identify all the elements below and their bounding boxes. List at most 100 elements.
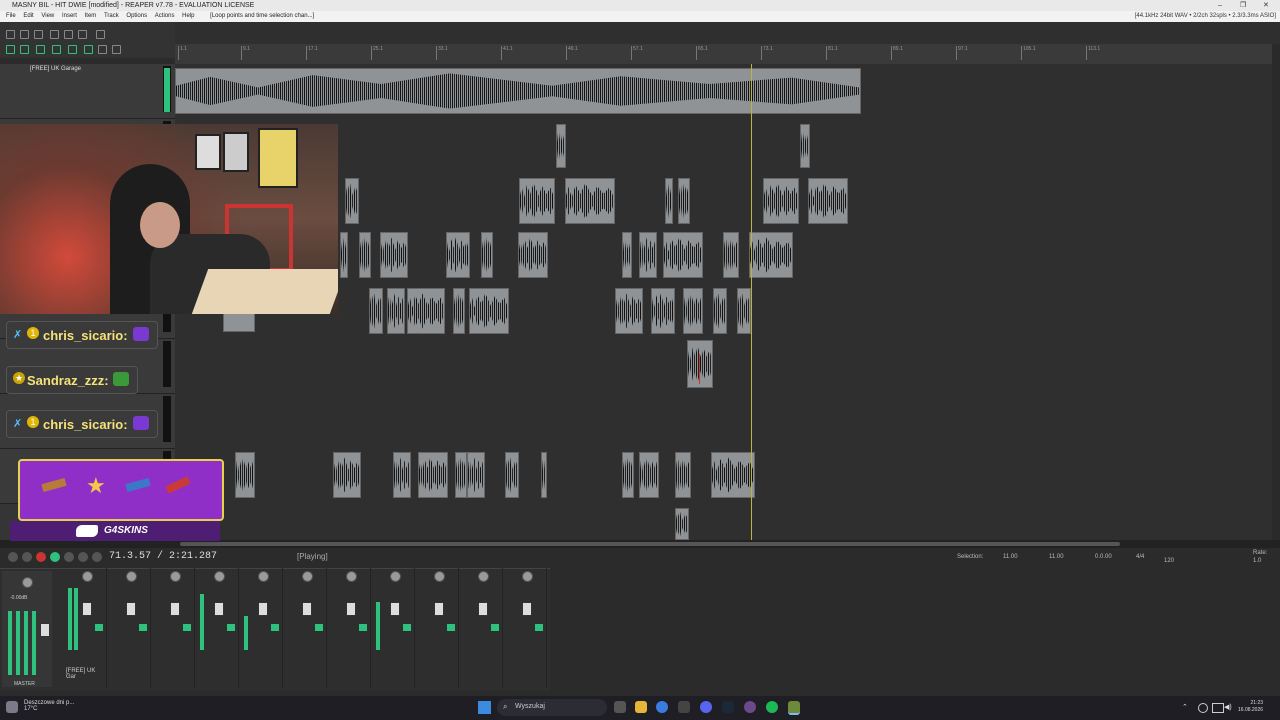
volume-fader[interactable] [478,602,488,616]
menu-edit[interactable]: Edit [23,13,33,19]
mixer-channel[interactable] [326,568,371,688]
media-item[interactable] [223,312,255,332]
taskbar-clock[interactable]: 21:23 16.08.2026 [1238,700,1263,714]
record-icon[interactable] [36,552,46,562]
mixer-channel[interactable] [370,568,415,688]
media-item[interactable] [453,288,465,334]
grid-icon[interactable] [20,45,29,54]
menu-item[interactable]: Item [85,13,97,19]
fx-button[interactable] [447,624,455,631]
media-item[interactable] [565,178,615,224]
vertical-scrollbar[interactable] [1272,44,1280,540]
discord-icon[interactable] [700,701,712,713]
fx-button[interactable] [359,624,367,631]
selection-length[interactable]: 0.0.00 [1095,554,1112,560]
media-item[interactable] [665,178,673,224]
media-item[interactable] [541,452,547,498]
steam-icon[interactable] [722,701,734,713]
bpm[interactable]: 120 [1164,558,1174,564]
media-item[interactable] [713,288,727,334]
media-item[interactable] [711,452,755,498]
volume-fader[interactable] [214,602,224,616]
volume-fader[interactable] [126,602,136,616]
mixer-channel[interactable] [502,568,547,688]
track-header[interactable]: [FREE] UK Garage [0,64,175,119]
fx-button[interactable] [227,624,235,631]
mixer-channel[interactable] [458,568,503,688]
app-icon[interactable] [744,701,756,713]
media-item[interactable] [622,232,632,278]
media-item[interactable] [393,452,411,498]
media-item[interactable] [505,452,519,498]
menu-help[interactable]: Help [182,13,194,19]
media-item[interactable] [519,178,555,224]
pan-knob[interactable] [434,571,445,582]
ripple-icon[interactable] [36,45,45,54]
media-item[interactable] [175,68,861,114]
maximize-button[interactable]: ❐ [1240,0,1246,11]
media-item[interactable] [469,288,509,334]
start-icon[interactable] [478,701,491,714]
mixer-channel[interactable] [106,568,151,688]
media-item[interactable] [518,232,548,278]
media-item[interactable] [663,232,703,278]
media-item[interactable] [651,288,675,334]
pan-knob[interactable] [258,571,269,582]
rate-value[interactable]: 1.0 [1253,558,1261,564]
volume-fader[interactable] [434,602,444,616]
media-item[interactable] [340,232,348,278]
media-item[interactable] [467,452,485,498]
media-item[interactable] [683,288,703,334]
volume-fader[interactable] [82,602,92,616]
arrange-view[interactable] [175,64,1272,540]
microphone-icon[interactable] [1198,703,1208,713]
fx-button[interactable] [535,624,543,631]
fx-button[interactable] [271,624,279,631]
fx-button[interactable] [95,624,103,631]
reaper-icon[interactable] [788,701,800,715]
fx-button[interactable] [183,624,191,631]
media-item[interactable] [675,452,691,498]
settings-icon[interactable] [50,30,59,39]
spotify-icon[interactable] [766,701,778,713]
volume-fader[interactable] [258,602,268,616]
media-item[interactable] [749,232,793,278]
undo-icon[interactable] [64,30,73,39]
mixer-channel[interactable] [238,568,283,688]
timeline-ruler[interactable]: 1.1 9.1 17.1 25.1 33.1 41.1 49.1 57.1 65… [175,44,1272,65]
media-item[interactable] [675,508,689,540]
new-project-icon[interactable] [6,30,15,39]
pan-knob[interactable] [478,571,489,582]
mixer-channel[interactable] [150,568,195,688]
mixer-channel[interactable]: [FREE] UK Gar [62,568,107,688]
pan-knob[interactable] [522,571,533,582]
volume-fader[interactable] [522,602,532,616]
pan-knob[interactable] [82,571,93,582]
pan-knob[interactable] [346,571,357,582]
play-icon[interactable] [50,552,60,562]
go-to-start-icon[interactable] [8,552,18,562]
media-item[interactable] [359,232,371,278]
media-item[interactable] [556,124,566,168]
media-item[interactable] [687,340,713,388]
media-item[interactable] [800,124,810,168]
stop-icon[interactable] [78,552,88,562]
media-item[interactable] [333,452,361,498]
pan-knob[interactable] [214,571,225,582]
selection-start[interactable]: 11.00 [1003,554,1018,560]
media-item[interactable] [763,178,799,224]
lock-icon[interactable] [98,45,107,54]
media-item[interactable] [369,288,383,334]
weather-widget[interactable]: Deszczowe dni p... 17°C [24,700,74,712]
scrollbar-thumb[interactable] [180,542,1120,546]
taskbar-search[interactable]: ⌕ Wyszukaj [497,699,607,716]
repeat-icon[interactable] [64,552,74,562]
menu-actions[interactable]: Actions [155,13,175,19]
fx-button[interactable] [315,624,323,631]
menu-view[interactable]: View [41,13,54,19]
save-icon[interactable] [34,30,43,39]
media-item[interactable] [723,232,739,278]
snap-icon[interactable] [6,45,15,54]
master-volume[interactable]: -0.00dB [10,595,28,601]
media-item[interactable] [639,452,659,498]
